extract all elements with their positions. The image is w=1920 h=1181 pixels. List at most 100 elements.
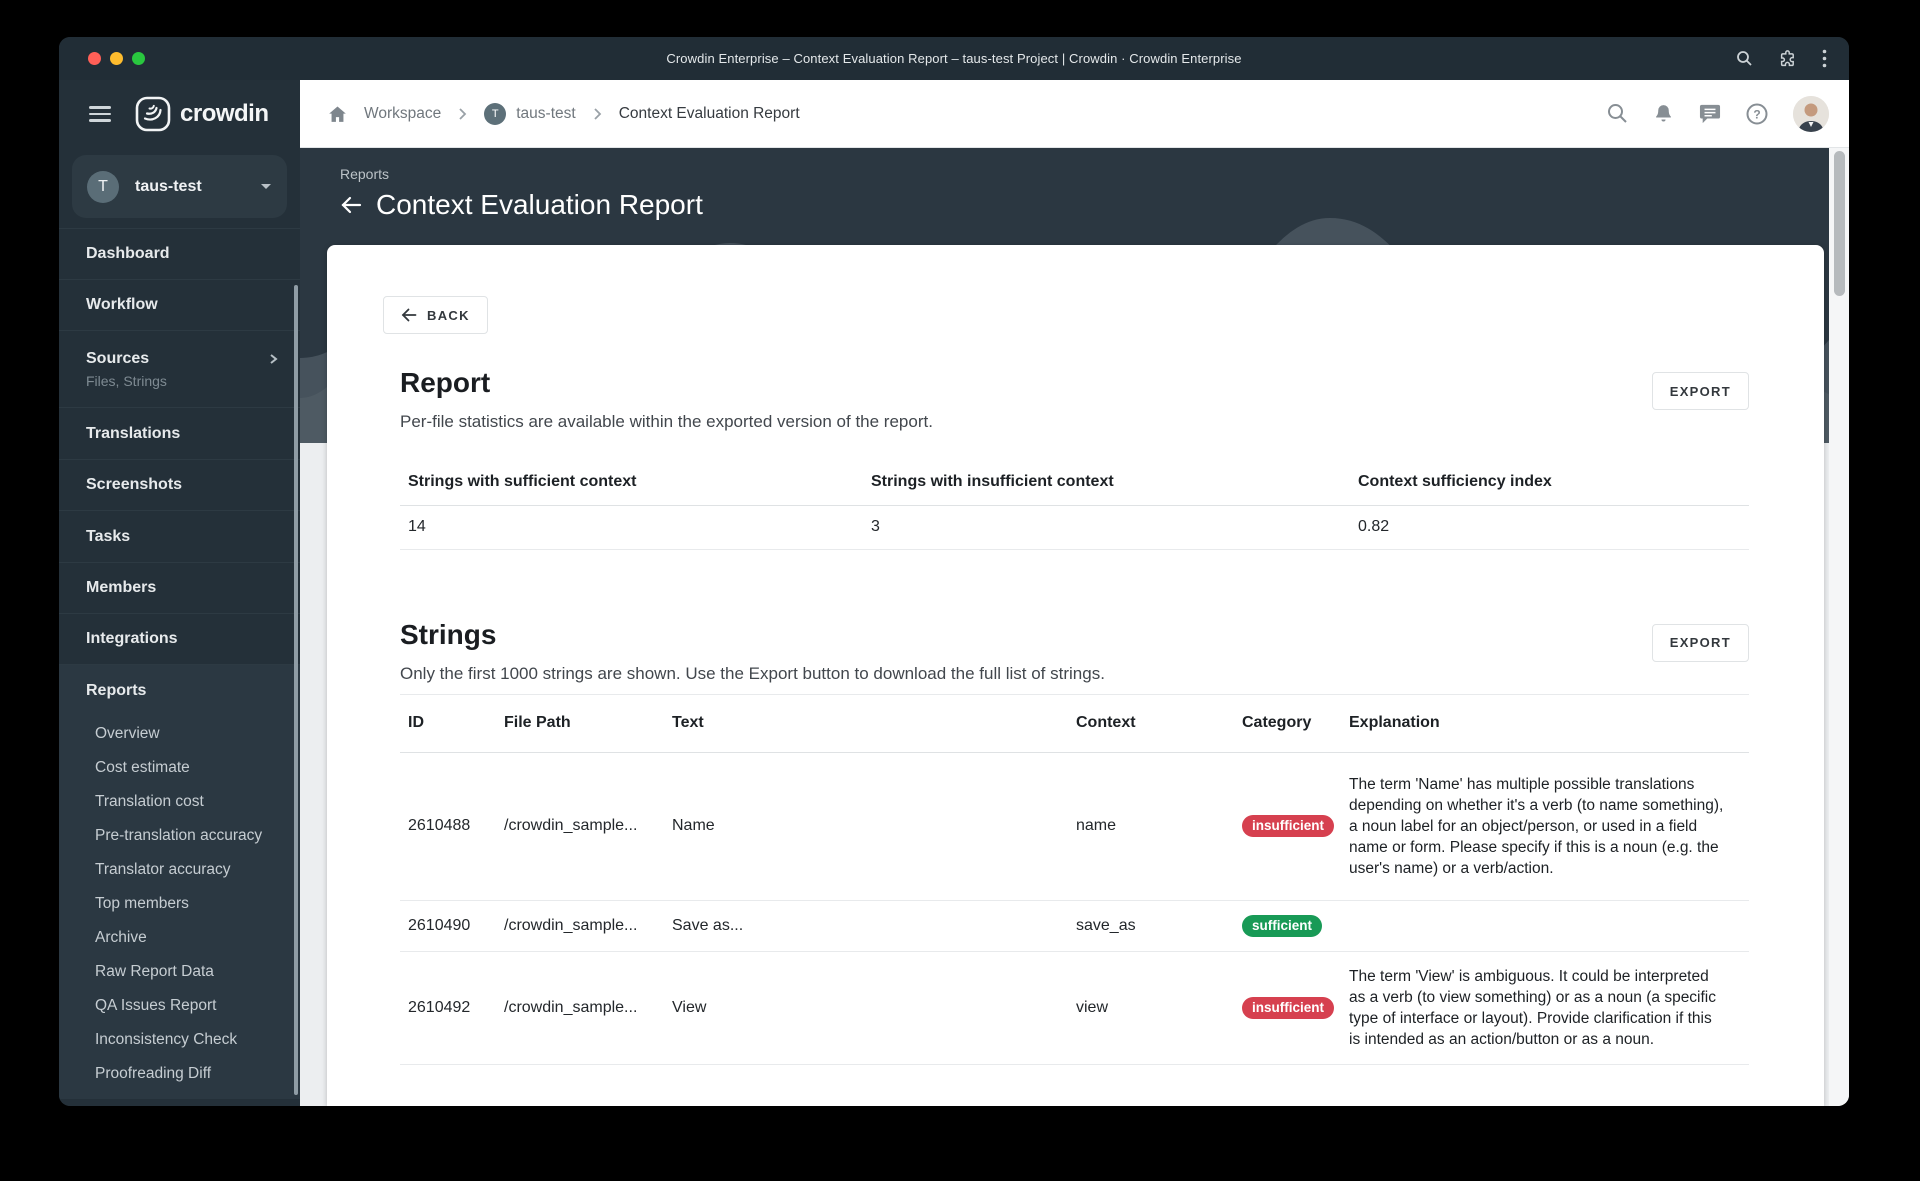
sidebar-item-workflow[interactable]: Workflow [59, 279, 300, 330]
stats-header-insufficient: Strings with insufficient context [863, 460, 1350, 506]
cell-id: 2610488 [400, 752, 496, 901]
sidebar-item-qa-issues-report[interactable]: QA Issues Report [59, 989, 300, 1023]
messages-chat-icon[interactable] [1699, 103, 1721, 124]
sidebar-item-translator-accuracy[interactable]: Translator accuracy [59, 853, 300, 887]
column-header-category: Category [1234, 694, 1341, 753]
stats-value-sufficient: 14 [400, 505, 863, 550]
content-area: Reports Context Evaluation Report BACK R… [300, 148, 1849, 1106]
team-selector[interactable]: T taus-test [72, 155, 287, 218]
cell-context: name [1068, 752, 1234, 901]
team-name: taus-test [135, 177, 202, 195]
stats-value-index: 0.82 [1350, 505, 1749, 550]
sidebar-item-cost-estimate[interactable]: Cost estimate [59, 751, 300, 785]
table-row: 2610492 /crowdin_sample... View view ins… [400, 951, 1749, 1065]
project-avatar: T [484, 102, 507, 125]
report-stats-table: Strings with sufficient context Strings … [400, 460, 1749, 550]
back-arrow-icon[interactable] [340, 196, 362, 214]
help-icon[interactable]: ? [1746, 103, 1768, 125]
back-button[interactable]: BACK [383, 296, 488, 334]
home-icon[interactable] [328, 105, 347, 123]
sidebar-item-tasks[interactable]: Tasks [59, 510, 300, 562]
sidebar-item-reports[interactable]: Reports [59, 665, 300, 717]
sidebar: crowdin T taus-test Dashboard Workflow S… [59, 80, 300, 1106]
sidebar-item-dashboard[interactable]: Dashboard [59, 228, 300, 279]
team-avatar: T [87, 170, 119, 203]
sidebar-item-translations[interactable]: Translations [59, 407, 300, 459]
sidebar-item-top-members[interactable]: Top members [59, 887, 300, 921]
cell-file-path: /crowdin_sample... [496, 900, 664, 952]
report-card: BACK Report Per-file statistics are avai… [327, 245, 1824, 1106]
sidebar-scrollbar[interactable] [294, 285, 298, 1095]
browser-menu-kebab-icon[interactable] [1822, 49, 1827, 68]
crowdin-logo[interactable]: crowdin [135, 96, 269, 132]
close-window-button[interactable] [88, 52, 101, 65]
browser-tab-title: Crowdin Enterprise – Context Evaluation … [666, 51, 1242, 66]
column-header-file-path: File Path [496, 694, 664, 753]
sidebar-item-raw-report-data[interactable]: Raw Report Data [59, 955, 300, 989]
strings-table-header-row: ID File Path Text Context Category Expla… [400, 694, 1749, 753]
column-header-explanation: Explanation [1341, 694, 1749, 753]
cell-text: Name [664, 752, 1068, 901]
hamburger-menu-icon[interactable] [89, 102, 111, 126]
breadcrumb-chevron-icon [594, 107, 601, 120]
strings-section-subtitle: Only the first 1000 strings are shown. U… [400, 663, 1105, 683]
table-row: 2610490 /crowdin_sample... Save as... sa… [400, 900, 1749, 952]
search-icon[interactable] [1607, 103, 1628, 124]
sidebar-item-integrations[interactable]: Integrations [59, 613, 300, 664]
notifications-bell-icon[interactable] [1653, 103, 1674, 125]
sources-subtitle: Files, Strings [86, 372, 167, 389]
cell-id: 2610492 [400, 951, 496, 1065]
chevron-right-icon [270, 353, 278, 364]
stats-value-insufficient: 3 [863, 505, 1350, 550]
browser-titlebar: Crowdin Enterprise – Context Evaluation … [59, 37, 1849, 80]
sidebar-item-screenshots[interactable]: Screenshots [59, 459, 300, 510]
cell-text: View [664, 951, 1068, 1065]
sidebar-item-translation-cost[interactable]: Translation cost [59, 785, 300, 819]
status-badge: insufficient [1242, 996, 1335, 1020]
browser-window: Crowdin Enterprise – Context Evaluation … [59, 37, 1849, 1106]
report-section-title: Report [400, 367, 491, 398]
sidebar-item-archive[interactable]: Archive [59, 921, 300, 955]
page-title: Context Evaluation Report [376, 189, 703, 220]
strings-table: ID File Path Text Context Category Expla… [400, 693, 1749, 1065]
cell-id: 2610490 [400, 900, 496, 952]
breadcrumb-workspace[interactable]: Workspace [364, 105, 441, 123]
crowdin-logo-text: crowdin [180, 100, 269, 127]
sidebar-item-pre-translation-accuracy[interactable]: Pre-translation accuracy [59, 819, 300, 853]
sidebar-item-members[interactable]: Members [59, 562, 300, 613]
cell-context: view [1068, 951, 1234, 1065]
cell-text: Save as... [664, 900, 1068, 952]
extensions-puzzle-icon[interactable] [1778, 49, 1797, 68]
cell-file-path: /crowdin_sample... [496, 951, 664, 1065]
sidebar-section-reports: Reports Overview Cost estimate Translati… [59, 664, 300, 1099]
page-scrollbar[interactable] [1829, 148, 1849, 1106]
chevron-down-icon [261, 184, 271, 189]
strings-export-button[interactable]: EXPORT [1651, 623, 1749, 662]
sidebar-item-sources[interactable]: Sources Files, Strings [59, 330, 300, 407]
breadcrumb-current: Context Evaluation Report [618, 104, 800, 122]
breadcrumb-project[interactable]: T taus-test [484, 102, 576, 125]
browser-search-icon[interactable] [1736, 50, 1753, 67]
minimize-window-button[interactable] [110, 52, 123, 65]
stats-header-index: Context sufficiency index [1350, 460, 1749, 506]
sidebar-item-inconsistency-check[interactable]: Inconsistency Check [59, 1023, 300, 1057]
sidebar-nav: Dashboard Workflow Sources Files, String… [59, 228, 300, 1099]
report-export-button[interactable]: EXPORT [1651, 372, 1749, 410]
cell-explanation: The term 'Name' has multiple possible tr… [1341, 752, 1749, 901]
stats-header-sufficient: Strings with sufficient context [400, 460, 863, 506]
strings-section-title: Strings [400, 618, 497, 650]
stats-values-row: 14 3 0.82 [400, 505, 1749, 550]
traffic-lights [88, 52, 145, 65]
report-section-subtitle: Per-file statistics are available within… [400, 412, 933, 431]
status-badge: sufficient [1242, 914, 1323, 937]
svg-text:?: ? [1753, 107, 1760, 121]
breadcrumb-chevron-icon [459, 107, 467, 120]
cell-explanation [1341, 900, 1749, 952]
maximize-window-button[interactable] [132, 52, 145, 65]
scrollbar-thumb[interactable] [1834, 151, 1845, 296]
column-header-context: Context [1068, 694, 1234, 753]
sidebar-item-overview[interactable]: Overview [59, 717, 300, 751]
sidebar-item-proofreading-diff[interactable]: Proofreading Diff [59, 1057, 300, 1091]
user-avatar[interactable] [1793, 95, 1829, 132]
strings-section: Strings Only the first 1000 strings are … [400, 618, 1749, 1065]
